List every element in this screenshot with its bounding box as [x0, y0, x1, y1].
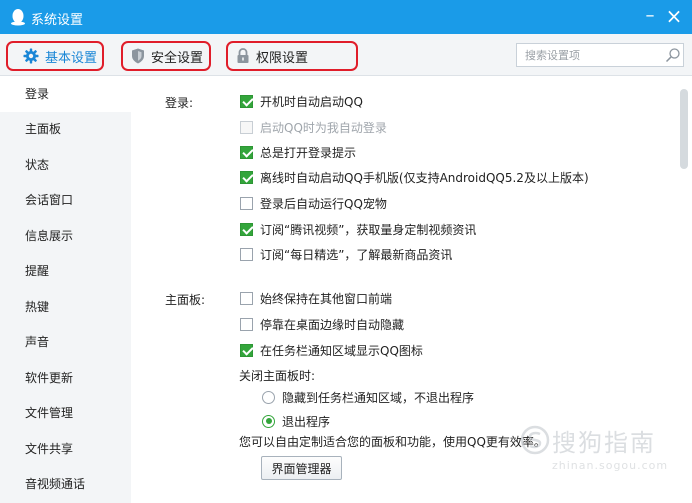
- sidebar-item-av-call[interactable]: 音视频通话: [0, 467, 131, 502]
- checkbox[interactable]: [240, 94, 253, 108]
- sidebar: 登录 主面板 状态 会话窗口 信息展示 提醒 热键 声音 软件更新 文件管理 文…: [0, 77, 131, 503]
- watermark-text: 搜狗指南: [552, 429, 656, 457]
- sidebar-item-sound[interactable]: 声音: [0, 325, 131, 360]
- radio-label: 隐藏到任务栏通知区域，不退出程序: [282, 390, 475, 405]
- option-label: 总是打开登录提示: [260, 145, 357, 160]
- option-auto-start-qq[interactable]: 开机时自动启动QQ: [240, 92, 363, 110]
- tab-security-label: 安全设置: [151, 50, 204, 66]
- shield-icon: [132, 48, 144, 64]
- lock-icon: [237, 48, 249, 63]
- sidebar-item-login[interactable]: 登录: [0, 77, 131, 112]
- sidebar-item-status[interactable]: 状态: [0, 148, 131, 183]
- radio-button[interactable]: [262, 414, 275, 428]
- checkbox[interactable]: [240, 222, 253, 236]
- checkbox[interactable]: [240, 196, 253, 210]
- tab-permission-label: 权限设置: [256, 50, 309, 66]
- sidebar-item-file-sharing[interactable]: 文件共享: [0, 432, 131, 467]
- option-auto-login: 启动QQ时为我自动登录: [240, 118, 387, 136]
- option-subscribe-daily[interactable]: 订阅“每日精选”，了解最新商品资讯: [240, 245, 452, 263]
- search-box[interactable]: [516, 43, 684, 67]
- checkbox[interactable]: [240, 343, 253, 357]
- gear-icon: [23, 48, 39, 64]
- login-section-label: 登录:: [165, 96, 194, 110]
- close-panel-label: 关闭主面板时:: [239, 369, 316, 383]
- option-label: 登录后自动运行QQ宠物: [260, 196, 387, 211]
- option-label: 订阅“每日精选”，了解最新商品资讯: [260, 247, 453, 262]
- option-label: 离线时自动启动QQ手机版(仅支持AndroidQQ5.2及以上版本): [260, 170, 589, 185]
- sogou-logo-icon: [520, 425, 550, 455]
- search-input[interactable]: [525, 47, 659, 64]
- checkbox[interactable]: [240, 145, 253, 159]
- option-label: 始终保持在其他窗口前端: [260, 291, 393, 306]
- option-login-tips[interactable]: 总是打开登录提示: [240, 143, 356, 161]
- sidebar-item-main-panel[interactable]: 主面板: [0, 112, 131, 147]
- watermark: 搜狗指南 zhinan.sogou.com: [520, 421, 690, 481]
- checkbox: [240, 120, 253, 134]
- radio-button[interactable]: [262, 390, 275, 404]
- window-title: 系统设置: [31, 13, 84, 28]
- option-qq-pet[interactable]: 登录后自动运行QQ宠物: [240, 194, 387, 212]
- search-icon[interactable]: [665, 47, 681, 63]
- title-bar: 系统设置 – ×: [0, 0, 692, 34]
- option-label: 订阅“腾讯视频”，获取量身定制视频资讯: [260, 222, 477, 237]
- option-always-on-top[interactable]: 始终保持在其他窗口前端: [240, 289, 392, 307]
- close-button[interactable]: ×: [663, 4, 685, 28]
- main-panel-section-label: 主面板:: [165, 293, 206, 307]
- qq-penguin-icon: [11, 9, 25, 26]
- sidebar-item-software-update[interactable]: 软件更新: [0, 361, 131, 396]
- option-subscribe-video[interactable]: 订阅“腾讯视频”，获取量身定制视频资讯: [240, 220, 476, 238]
- option-tray-icon[interactable]: 在任务栏通知区域显示QQ图标: [240, 341, 423, 359]
- interface-manager-button[interactable]: 界面管理器: [261, 456, 342, 480]
- radio-hide-to-tray[interactable]: 隐藏到任务栏通知区域，不退出程序: [262, 388, 474, 406]
- checkbox[interactable]: [240, 291, 253, 305]
- tab-basic-settings[interactable]: 基本设置: [6, 41, 104, 71]
- sidebar-item-chat-window[interactable]: 会话窗口: [0, 183, 131, 218]
- checkbox[interactable]: [240, 247, 253, 261]
- sidebar-item-info-display[interactable]: 信息展示: [0, 219, 131, 254]
- option-label: 在任务栏通知区域显示QQ图标: [260, 343, 423, 358]
- watermark-url: zhinan.sogou.com: [552, 459, 669, 472]
- sidebar-item-file-management[interactable]: 文件管理: [0, 396, 131, 431]
- tab-security-settings[interactable]: 安全设置: [121, 41, 211, 71]
- checkbox[interactable]: [240, 170, 253, 184]
- radio-exit-program[interactable]: 退出程序: [262, 412, 330, 430]
- sidebar-item-reminder[interactable]: 提醒: [0, 254, 131, 289]
- option-offline-mobile[interactable]: 离线时自动启动QQ手机版(仅支持AndroidQQ5.2及以上版本): [240, 168, 589, 186]
- checkbox[interactable]: [240, 317, 253, 331]
- radio-label: 退出程序: [282, 414, 331, 429]
- scrollbar-thumb[interactable]: [680, 89, 688, 169]
- customize-note: 您可以自由定制适合您的面板和功能，使用QQ更有效率。: [239, 435, 546, 449]
- option-label: 停靠在桌面边缘时自动隐藏: [260, 317, 405, 332]
- sidebar-item-hotkeys[interactable]: 热键: [0, 290, 131, 325]
- minimize-button[interactable]: –: [639, 4, 661, 28]
- option-label: 启动QQ时为我自动登录: [260, 120, 387, 135]
- option-label: 开机时自动启动QQ: [260, 94, 363, 109]
- option-auto-hide[interactable]: 停靠在桌面边缘时自动隐藏: [240, 315, 404, 333]
- tab-permission-settings[interactable]: 权限设置: [226, 41, 358, 71]
- tab-basic-label: 基本设置: [45, 50, 98, 66]
